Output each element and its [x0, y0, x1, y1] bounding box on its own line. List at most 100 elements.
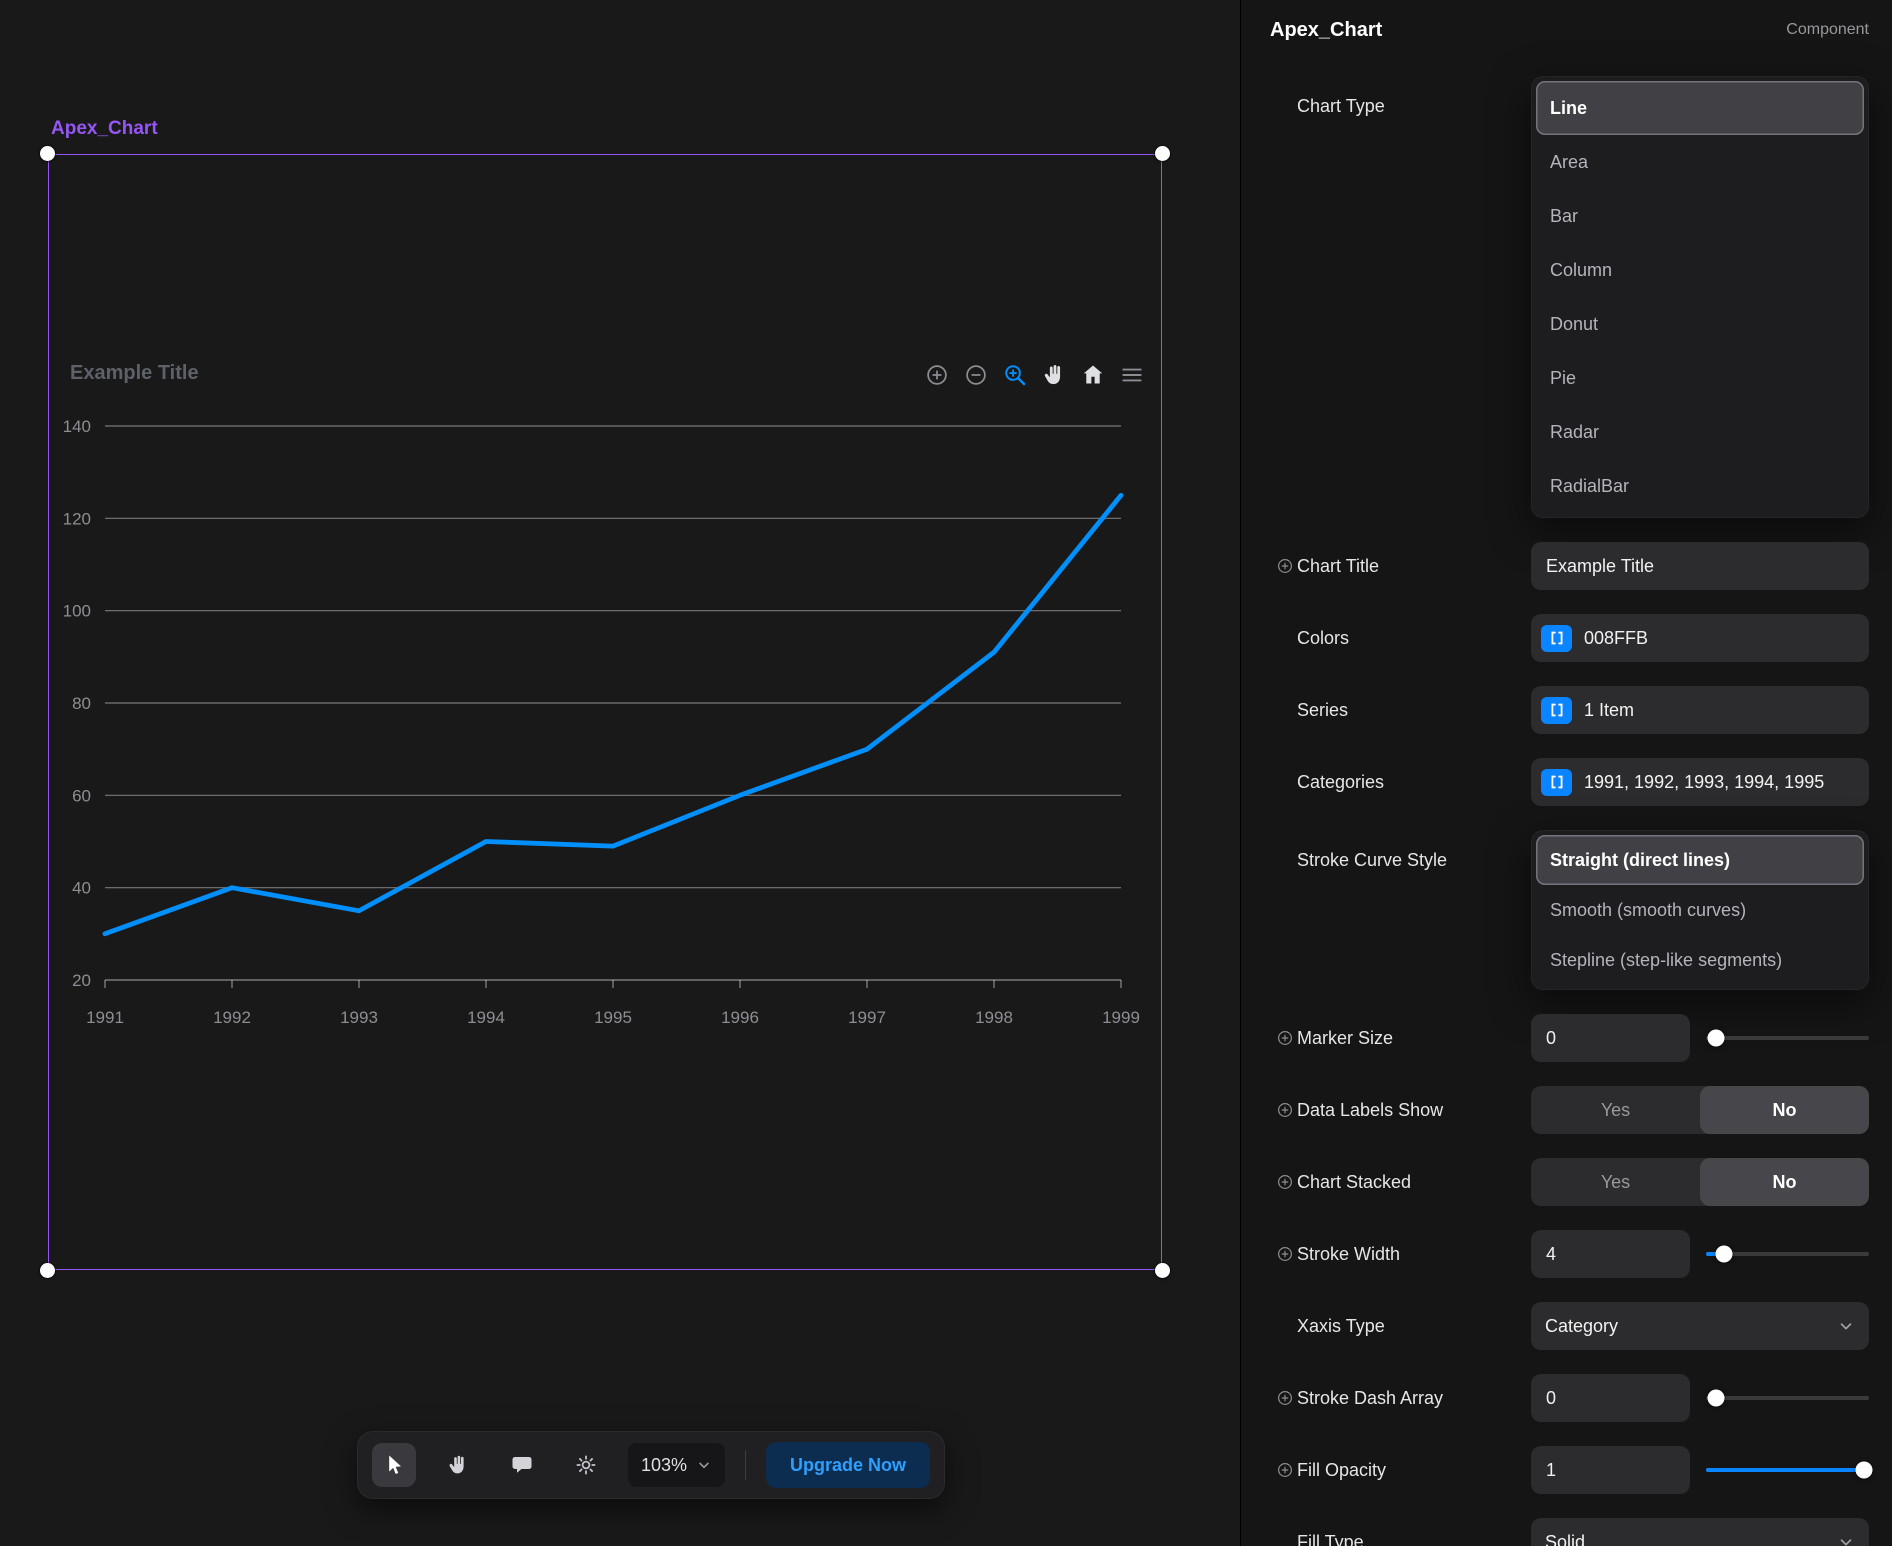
svg-text:1998: 1998 [975, 1008, 1013, 1027]
component-badge: Component [1786, 21, 1869, 39]
xaxis-type-label: Xaxis Type [1297, 1313, 1385, 1339]
selection-box[interactable]: 2040608010012014019911992199319941995199… [48, 154, 1162, 1270]
line-chart: 2040608010012014019911992199319941995199… [49, 155, 1163, 1271]
svg-text:140: 140 [63, 417, 91, 436]
row-xaxis-type: Xaxis Type Category [1270, 1302, 1869, 1350]
array-icon [1541, 625, 1572, 652]
svg-text:1994: 1994 [467, 1008, 505, 1027]
theme-tool-button[interactable] [564, 1443, 608, 1487]
svg-text:1993: 1993 [340, 1008, 378, 1027]
svg-text:1996: 1996 [721, 1008, 759, 1027]
fill-opacity-input[interactable] [1531, 1446, 1690, 1494]
chart-title-label: Chart Title [1297, 553, 1379, 579]
zoom-in-icon[interactable] [924, 362, 950, 388]
data-labels-yes[interactable]: Yes [1531, 1086, 1700, 1134]
xaxis-type-select[interactable]: Category [1531, 1302, 1869, 1350]
categories-array-field[interactable]: 1991, 1992, 1993, 1994, 1995 [1531, 758, 1869, 806]
chart-type-option-bar[interactable]: Bar [1536, 189, 1864, 243]
add-circle-icon[interactable] [1276, 1101, 1294, 1119]
chart-type-option-pie[interactable]: Pie [1536, 351, 1864, 405]
add-circle-icon[interactable] [1276, 1389, 1294, 1407]
chart-type-option-area[interactable]: Area [1536, 135, 1864, 189]
chevron-down-icon [1837, 1317, 1855, 1335]
svg-text:120: 120 [63, 509, 91, 528]
fill-type-label: Fill Type [1297, 1529, 1364, 1546]
row-stroke-width: Stroke Width [1270, 1230, 1869, 1278]
data-labels-no[interactable]: No [1700, 1086, 1869, 1134]
fill-type-select[interactable]: Solid [1531, 1518, 1869, 1546]
chart-type-option-donut[interactable]: Donut [1536, 297, 1864, 351]
upgrade-now-label: Upgrade Now [790, 1455, 906, 1476]
svg-text:1997: 1997 [848, 1008, 886, 1027]
upgrade-now-button[interactable]: Upgrade Now [766, 1442, 930, 1488]
frame-label[interactable]: Apex_Chart [51, 118, 158, 140]
stroke-dash-array-slider[interactable] [1706, 1374, 1869, 1422]
fill-type-value: Solid [1545, 1532, 1585, 1546]
chart-stacked-no[interactable]: No [1700, 1158, 1869, 1206]
stroke-curve-option-straight[interactable]: Straight (direct lines) [1536, 835, 1864, 885]
properties-panel: Apex_Chart Component Chart Type Line Are… [1240, 0, 1892, 1546]
stroke-curve-option-smooth[interactable]: Smooth (smooth curves) [1536, 885, 1864, 935]
row-stroke-dash-array: Stroke Dash Array [1270, 1374, 1869, 1422]
add-circle-icon[interactable] [1276, 557, 1294, 575]
data-labels-show-label: Data Labels Show [1297, 1097, 1443, 1123]
data-labels-show-toggle: Yes No [1531, 1086, 1869, 1134]
menu-icon[interactable] [1119, 362, 1145, 388]
hand-tool-button[interactable] [436, 1443, 480, 1487]
comment-icon [510, 1453, 534, 1477]
row-chart-stacked: Chart Stacked Yes No [1270, 1158, 1869, 1206]
chart-type-option-radar[interactable]: Radar [1536, 405, 1864, 459]
fill-opacity-slider[interactable] [1706, 1446, 1869, 1494]
add-circle-icon[interactable] [1276, 1461, 1294, 1479]
categories-value: 1991, 1992, 1993, 1994, 1995 [1584, 772, 1824, 793]
chart-type-option-column[interactable]: Column [1536, 243, 1864, 297]
row-series: Series 1 Item [1270, 686, 1869, 734]
marker-size-input[interactable] [1531, 1014, 1690, 1062]
select-tool-button[interactable] [372, 1443, 416, 1487]
add-circle-icon[interactable] [1276, 1245, 1294, 1263]
chart-title: Example Title [70, 362, 199, 385]
chart-stacked-label: Chart Stacked [1297, 1169, 1411, 1195]
design-canvas[interactable]: Apex_Chart 20406080100120140199119921993… [0, 0, 1240, 1546]
chart-type-option-radialbar[interactable]: RadialBar [1536, 459, 1864, 513]
add-circle-icon[interactable] [1276, 1029, 1294, 1047]
colors-label: Colors [1297, 625, 1349, 651]
svg-text:1991: 1991 [86, 1008, 124, 1027]
svg-text:60: 60 [72, 786, 91, 805]
hand-icon [446, 1453, 470, 1477]
stroke-width-label: Stroke Width [1297, 1241, 1400, 1267]
app-root: Apex_Chart 20406080100120140199119921993… [0, 0, 1892, 1546]
row-categories: Categories 1991, 1992, 1993, 1994, 1995 [1270, 758, 1869, 806]
array-icon [1541, 769, 1572, 796]
chart-type-option-line[interactable]: Line [1536, 81, 1864, 135]
row-marker-size: Marker Size [1270, 1014, 1869, 1062]
stroke-curve-options-list: Straight (direct lines) Smooth (smooth c… [1531, 830, 1869, 990]
comment-tool-button[interactable] [500, 1443, 544, 1487]
row-stroke-curve-style: Stroke Curve Style Straight (direct line… [1270, 830, 1869, 990]
series-label: Series [1297, 697, 1348, 723]
row-fill-opacity: Fill Opacity [1270, 1446, 1869, 1494]
chart-title-input[interactable] [1531, 542, 1869, 590]
svg-text:1995: 1995 [594, 1008, 632, 1027]
pan-icon[interactable] [1041, 362, 1067, 388]
selection-zoom-icon[interactable] [1002, 362, 1028, 388]
panel-title: Apex_Chart [1270, 19, 1382, 42]
chart-stacked-yes[interactable]: Yes [1531, 1158, 1700, 1206]
svg-text:1992: 1992 [213, 1008, 251, 1027]
marker-size-slider[interactable] [1706, 1014, 1869, 1062]
series-array-field[interactable]: 1 Item [1531, 686, 1869, 734]
stroke-width-slider[interactable] [1706, 1230, 1869, 1278]
stroke-dash-array-label: Stroke Dash Array [1297, 1385, 1443, 1411]
zoom-level-dropdown[interactable]: 103% [628, 1443, 725, 1487]
stroke-width-input[interactable] [1531, 1230, 1690, 1278]
add-circle-icon[interactable] [1276, 1173, 1294, 1191]
colors-array-field[interactable]: 008FFB [1531, 614, 1869, 662]
chart-type-options-list: Line Area Bar Column Donut Pie Radar Rad… [1531, 76, 1869, 518]
row-chart-type: Chart Type Line Area Bar Column Donut Pi… [1270, 76, 1869, 518]
zoom-out-icon[interactable] [963, 362, 989, 388]
home-icon[interactable] [1080, 362, 1106, 388]
zoom-level-value: 103% [641, 1455, 687, 1476]
stroke-curve-option-stepline[interactable]: Stepline (step-like segments) [1536, 935, 1864, 985]
svg-text:80: 80 [72, 694, 91, 713]
stroke-dash-array-input[interactable] [1531, 1374, 1690, 1422]
